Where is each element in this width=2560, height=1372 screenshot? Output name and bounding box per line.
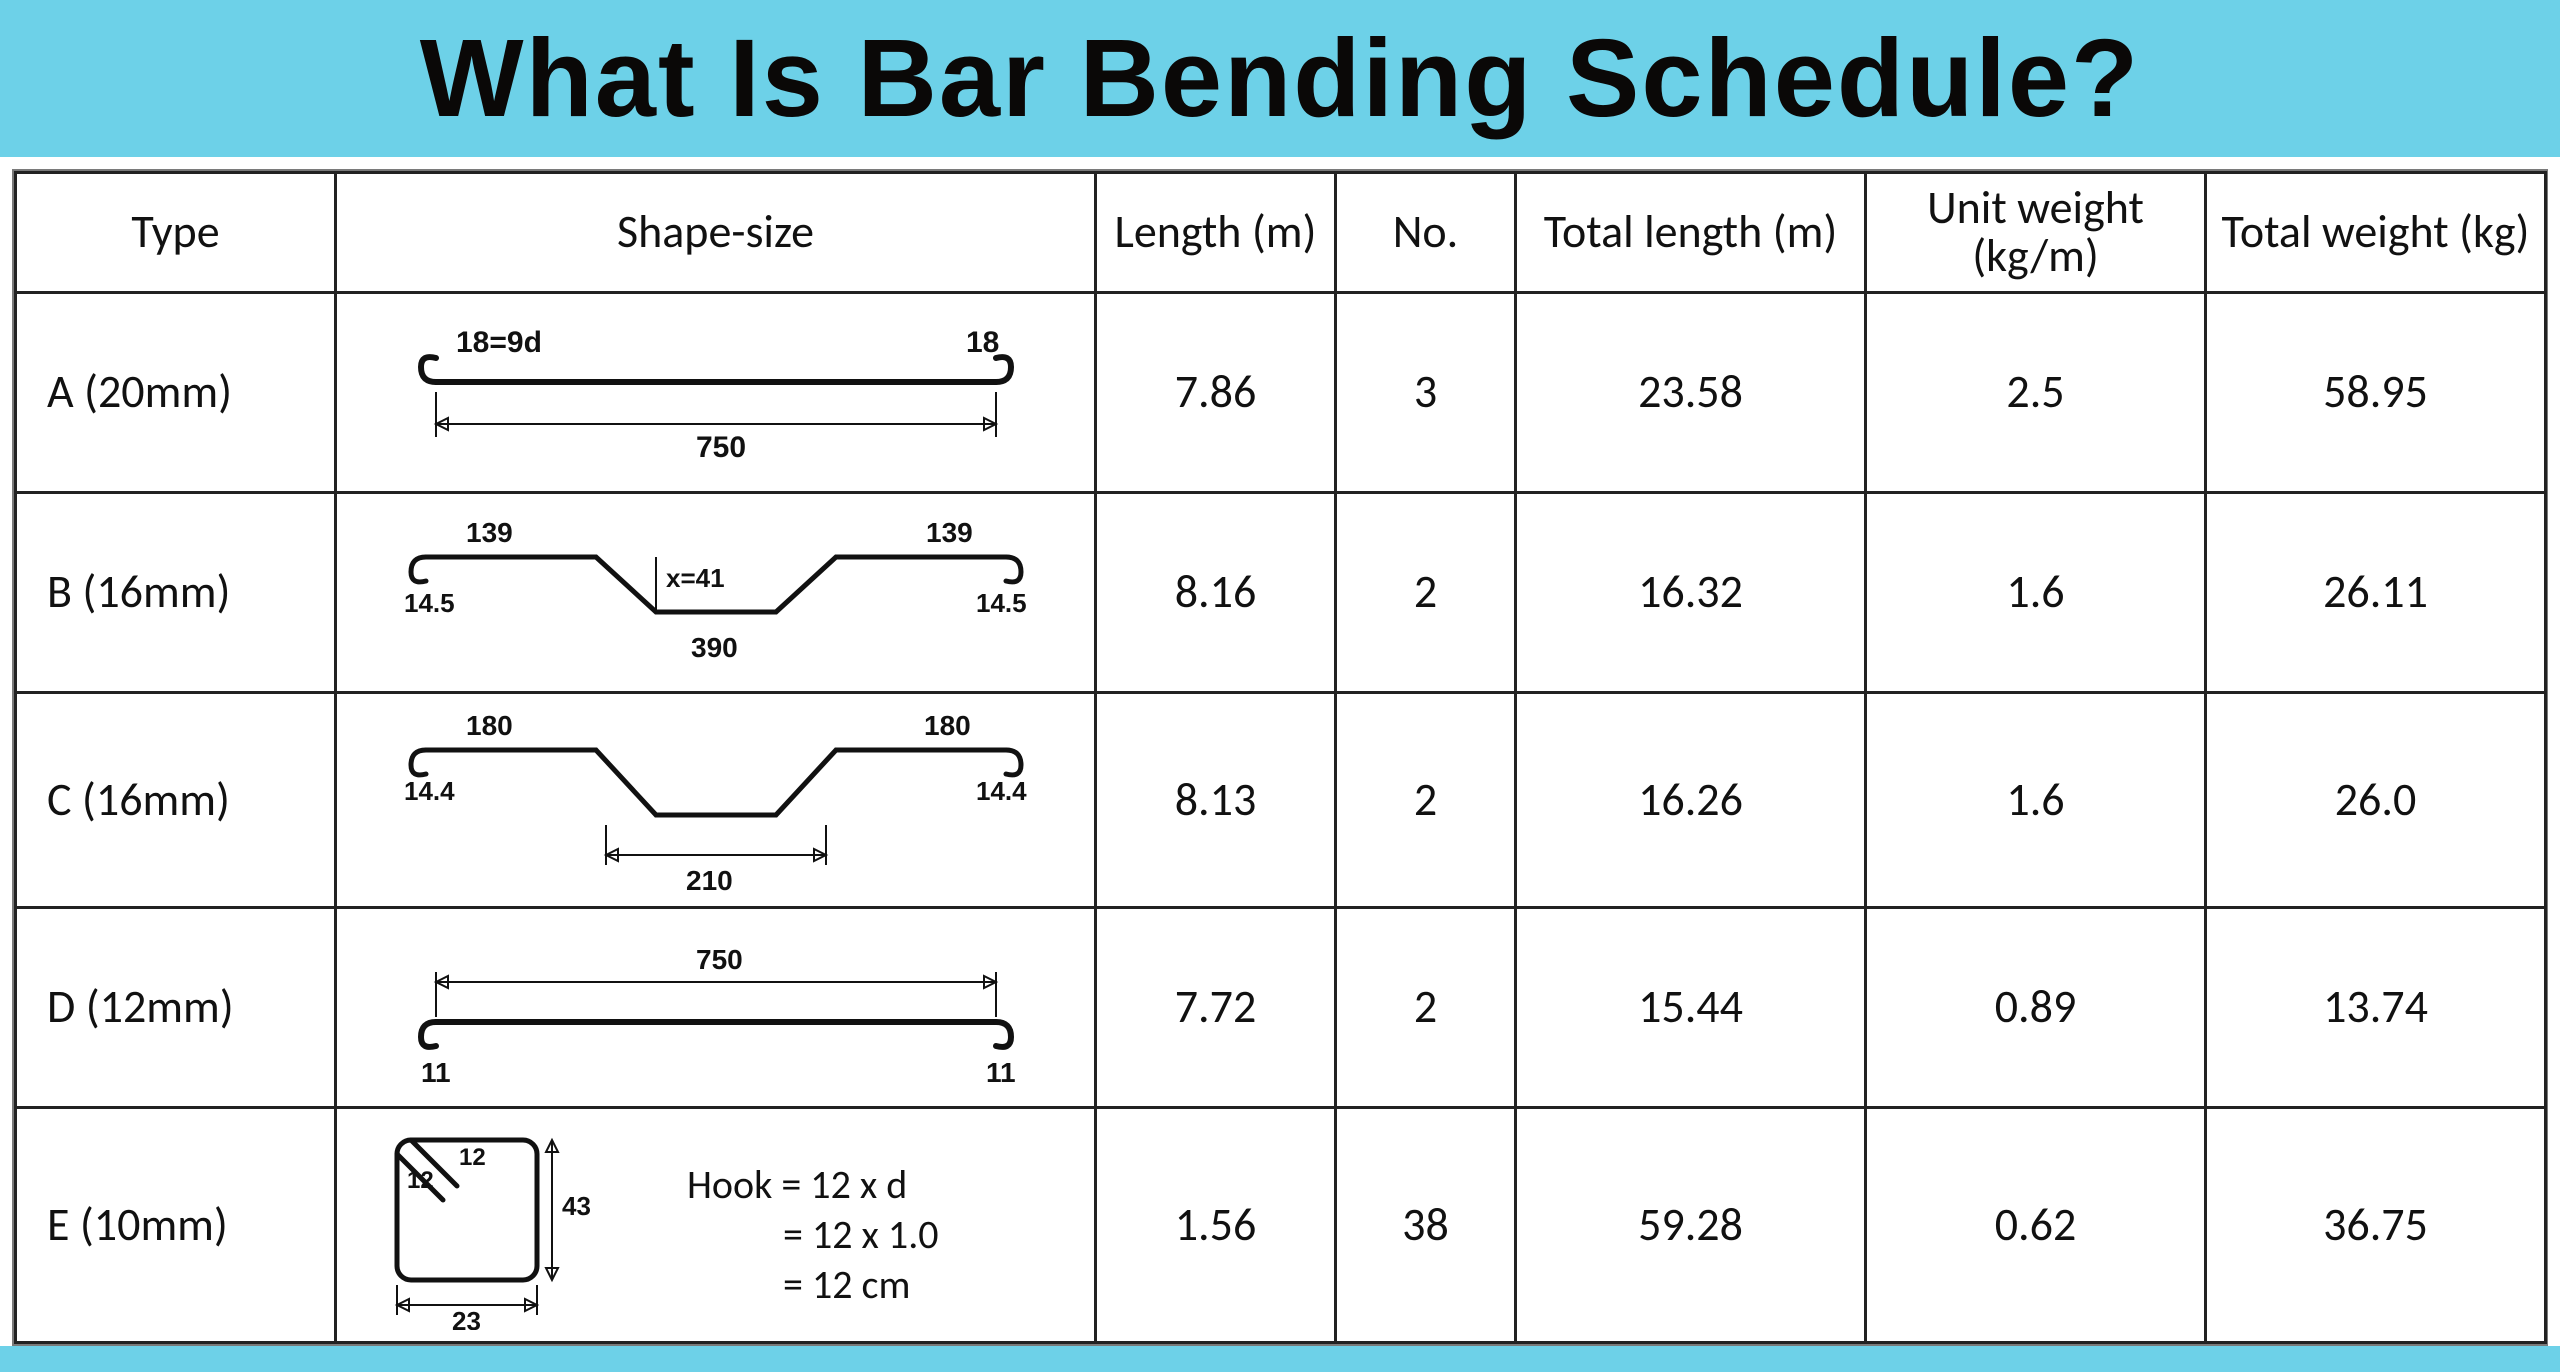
ann-hook-r: 14.5 xyxy=(976,588,1027,618)
ann-span: 750 xyxy=(696,431,746,464)
ann-span: 750 xyxy=(696,944,743,975)
length-cell: 8.13 xyxy=(1096,692,1336,907)
shape-b-icon: 139 139 14.5 14.5 x=41 390 xyxy=(366,502,1066,682)
ann-hook-l: 14.5 xyxy=(404,588,455,618)
schedule-table-wrap: Type Shape-size Length (m) No. Total len… xyxy=(12,169,2548,1346)
total-length-cell: 16.26 xyxy=(1516,692,1866,907)
no-cell: 3 xyxy=(1336,292,1516,492)
hdr-total-length: Total length (m) xyxy=(1516,173,1866,293)
ann-tail2: 12 xyxy=(407,1167,434,1194)
shape-cell-b: 139 139 14.5 14.5 x=41 390 xyxy=(336,492,1096,692)
unit-weight-cell: 1.6 xyxy=(1866,692,2206,907)
unit-weight-cell: 2.5 xyxy=(1866,292,2206,492)
table-row: B (16mm) 139 139 14.5 14.5 x=41 390 8.16… xyxy=(16,492,2546,692)
ann-tail1: 12 xyxy=(459,1144,486,1171)
ann-hook-l: 18=9d xyxy=(456,326,542,359)
unit-weight-cell: 0.62 xyxy=(1866,1107,2206,1342)
table-row: C (16mm) 180 180 14.4 14.4 210 xyxy=(16,692,2546,907)
total-weight-cell: 58.95 xyxy=(2206,292,2546,492)
no-cell: 2 xyxy=(1336,692,1516,907)
ann-hook-l: 14.4 xyxy=(404,776,455,806)
shape-d-icon: 750 11 11 xyxy=(366,922,1066,1092)
total-weight-cell: 26.11 xyxy=(2206,492,2546,692)
unit-weight-cell: 1.6 xyxy=(1866,492,2206,692)
shape-cell-c: 180 180 14.4 14.4 210 xyxy=(336,692,1096,907)
schedule-table: Type Shape-size Length (m) No. Total len… xyxy=(14,171,2547,1344)
total-length-cell: 15.44 xyxy=(1516,907,1866,1107)
type-cell: C (16mm) xyxy=(16,692,336,907)
total-weight-cell: 36.75 xyxy=(2206,1107,2546,1342)
length-cell: 1.56 xyxy=(1096,1107,1336,1342)
ann-hook-l: 11 xyxy=(421,1057,451,1088)
ann-width: 23 xyxy=(452,1306,481,1330)
type-cell: A (20mm) xyxy=(16,292,336,492)
total-length-cell: 16.32 xyxy=(1516,492,1866,692)
table-row: D (12mm) 750 11 11 7.72 2 15.44 xyxy=(16,907,2546,1107)
hook-note-line: = 12 cm xyxy=(687,1260,939,1310)
shape-a-icon: 18=9d 18 750 xyxy=(366,312,1066,472)
hdr-total-weight: Total weight (kg) xyxy=(2206,173,2546,293)
ann-hook-r: 14.4 xyxy=(976,776,1027,806)
hdr-shape: Shape-size xyxy=(336,173,1096,293)
hook-note-line: Hook = 12 x d xyxy=(687,1160,939,1210)
page-title: What Is Bar Bending Schedule? xyxy=(420,15,2140,142)
table-row: E (10mm) xyxy=(16,1107,2546,1342)
total-weight-cell: 26.0 xyxy=(2206,692,2546,907)
no-cell: 38 xyxy=(1336,1107,1516,1342)
title-banner: What Is Bar Bending Schedule? xyxy=(0,0,2560,157)
type-cell: E (10mm) xyxy=(16,1107,336,1342)
no-cell: 2 xyxy=(1336,907,1516,1107)
shape-cell-e: 12 12 43 23 Hook = 12 x d = 12 x 1.0 = 1… xyxy=(336,1107,1096,1342)
total-length-cell: 59.28 xyxy=(1516,1107,1866,1342)
shape-cell-d: 750 11 11 xyxy=(336,907,1096,1107)
hook-note-line: = 12 x 1.0 xyxy=(687,1210,939,1260)
ann-top-r: 180 xyxy=(924,710,971,741)
hdr-unit-weight: Unit weight (kg/m) xyxy=(1866,173,2206,293)
hook-note: Hook = 12 x d = 12 x 1.0 = 12 cm xyxy=(687,1160,939,1310)
shape-cell-a: 18=9d 18 750 xyxy=(336,292,1096,492)
shape-e-icon: 12 12 43 23 xyxy=(347,1120,667,1330)
ann-height: 43 xyxy=(562,1191,591,1221)
type-cell: D (12mm) xyxy=(16,907,336,1107)
ann-hook-r: 11 xyxy=(986,1057,1016,1088)
unit-weight-cell: 0.89 xyxy=(1866,907,2206,1107)
header-row: Type Shape-size Length (m) No. Total len… xyxy=(16,173,2546,293)
ann-top-l: 180 xyxy=(466,710,513,741)
total-length-cell: 23.58 xyxy=(1516,292,1866,492)
ann-top-r: 139 xyxy=(926,517,973,548)
total-weight-cell: 13.74 xyxy=(2206,907,2546,1107)
hdr-type: Type xyxy=(16,173,336,293)
type-cell: B (16mm) xyxy=(16,492,336,692)
ann-bottom: 390 xyxy=(691,632,738,663)
table-row: A (20mm) 18=9d 18 750 xyxy=(16,292,2546,492)
length-cell: 7.72 xyxy=(1096,907,1336,1107)
hdr-no: No. xyxy=(1336,173,1516,293)
no-cell: 2 xyxy=(1336,492,1516,692)
shape-c-icon: 180 180 14.4 14.4 210 xyxy=(366,700,1066,900)
length-cell: 8.16 xyxy=(1096,492,1336,692)
ann-top-l: 139 xyxy=(466,517,513,548)
ann-hook-r: 18 xyxy=(966,326,999,359)
ann-bottom: 210 xyxy=(686,865,733,896)
length-cell: 7.86 xyxy=(1096,292,1336,492)
hdr-length: Length (m) xyxy=(1096,173,1336,293)
ann-mid: x=41 xyxy=(666,563,725,593)
bottom-accent-bar xyxy=(0,1346,2560,1372)
